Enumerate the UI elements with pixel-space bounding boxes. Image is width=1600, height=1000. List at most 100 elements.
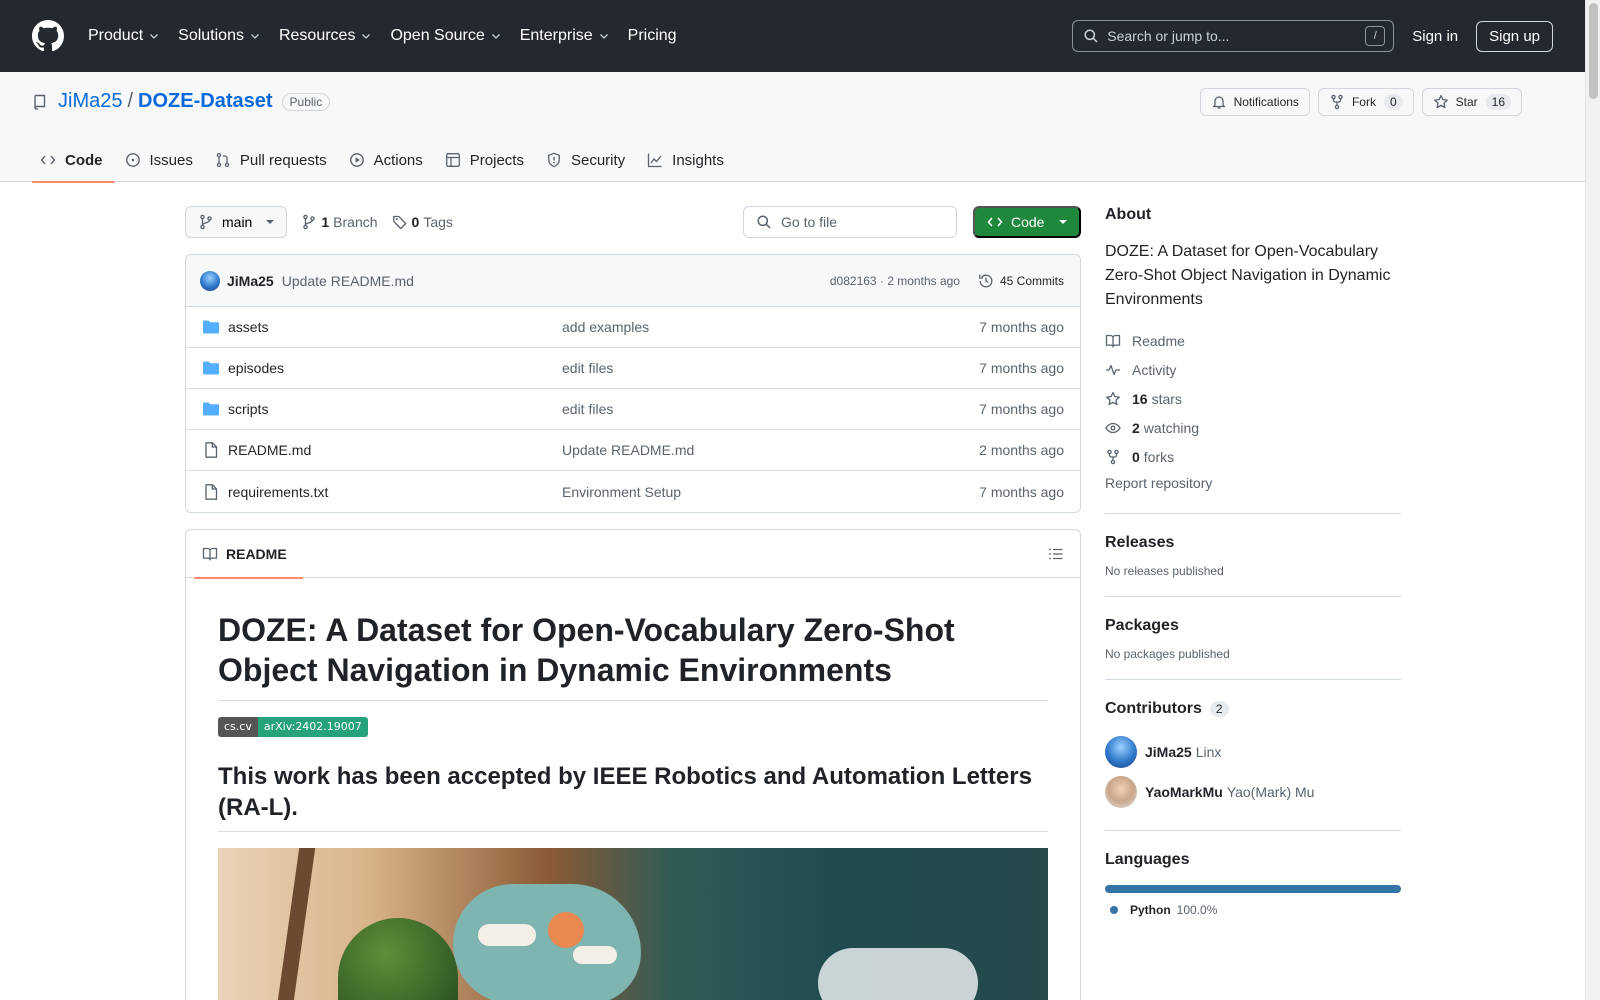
file-row-requirements[interactable]: requirements.txt Environment Setup 7 mon… (186, 471, 1080, 512)
contributor-item[interactable]: JiMa25 Linx (1105, 732, 1401, 772)
tags-link[interactable]: 0 Tags (392, 214, 453, 230)
branches-link[interactable]: 1 Branch (301, 214, 378, 230)
star-button[interactable]: Star 16 (1421, 88, 1522, 116)
search-input[interactable]: Search or jump to... / (1072, 20, 1395, 52)
language-item[interactable]: Python 100.0% (1105, 903, 1401, 917)
file-name[interactable]: README.md (228, 442, 562, 458)
outline-list-icon[interactable] (1048, 546, 1064, 562)
notifications-button[interactable]: Notifications (1199, 88, 1310, 116)
commits-link[interactable]: 45 Commits (978, 273, 1064, 289)
nav-open-source[interactable]: Open Source (390, 27, 511, 45)
branch-selector[interactable]: main (185, 206, 288, 238)
tab-pull-requests[interactable]: Pull requests (207, 138, 339, 182)
tab-projects[interactable]: Projects (437, 138, 536, 182)
file-row-scripts[interactable]: scripts edit files 7 months ago (186, 389, 1080, 430)
forks-link[interactable]: 0 forks (1105, 442, 1401, 471)
commit-message[interactable]: Update README.md (282, 273, 414, 289)
branch-icon (303, 214, 316, 230)
chevron-down-icon (491, 34, 500, 39)
nav-resources[interactable]: Resources (279, 27, 382, 45)
history-icon (979, 274, 993, 287)
code-icon (40, 155, 56, 165)
star-label: Star (1455, 95, 1478, 109)
releases-heading[interactable]: Releases (1105, 534, 1401, 552)
file-commit-message[interactable]: Environment Setup (562, 484, 979, 500)
fork-label: Fork (1351, 95, 1376, 109)
scrollbar-thumb[interactable] (1589, 3, 1598, 99)
fork-icon (1331, 94, 1343, 110)
watching-link[interactable]: 2 watching (1105, 413, 1401, 442)
commit-hash-age[interactable]: d082163 · 2 months ago (830, 274, 960, 288)
report-repository-link[interactable]: Report repository (1105, 475, 1401, 495)
contributor-login: YaoMarkMu (1145, 784, 1223, 800)
file-commit-message[interactable]: edit files (562, 360, 979, 376)
file-icon (205, 442, 218, 458)
nav-pricing[interactable]: Pricing (628, 27, 687, 45)
main-content: main 1 Branch 0 Tags Go to file Code JiM… (185, 206, 1081, 1000)
chevron-down-icon (251, 34, 259, 39)
table-icon (445, 153, 460, 167)
nav-solutions[interactable]: Solutions (178, 27, 271, 45)
tab-issues[interactable]: Issues (117, 138, 205, 182)
file-row-readme[interactable]: README.md Update README.md 2 months ago (186, 430, 1080, 471)
book-icon (1105, 334, 1121, 348)
tab-actions[interactable]: Actions (341, 138, 435, 182)
page-scrollbar[interactable] (1585, 0, 1600, 1000)
file-name[interactable]: scripts (228, 401, 562, 417)
file-name[interactable]: episodes (228, 360, 562, 376)
file-name[interactable]: assets (228, 319, 562, 335)
nav-label: Product (88, 27, 144, 44)
sign-in-link[interactable]: Sign in (1412, 28, 1458, 45)
file-icon (205, 483, 218, 500)
book-icon (202, 547, 218, 561)
image-plant (338, 918, 458, 1000)
image-pillow (818, 948, 978, 1000)
code-download-button[interactable]: Code (973, 206, 1081, 238)
repo-icon (34, 94, 46, 110)
go-to-file-input[interactable]: Go to file (743, 206, 957, 238)
tag-icon (392, 215, 406, 230)
contributor-login: JiMa25 (1145, 744, 1192, 760)
github-logo-icon[interactable] (32, 20, 64, 52)
star-icon (1433, 94, 1448, 109)
nav-label: Open Source (390, 27, 485, 44)
sidebar-divider (1105, 513, 1401, 514)
tab-security[interactable]: Security (538, 138, 637, 182)
arxiv-badge[interactable]: cs.cv arXiv:2402.19007 (218, 717, 368, 737)
watching-label: watching (1143, 419, 1200, 436)
sign-up-button[interactable]: Sign up (1476, 20, 1553, 52)
avatar[interactable] (200, 270, 220, 291)
repo-name-link[interactable]: DOZE-Dataset (138, 90, 272, 113)
readme-hero-image (218, 848, 1048, 1000)
repo-owner-link[interactable]: JiMa25 (58, 90, 122, 113)
global-header: Product Solutions Resources Open Source … (0, 0, 1585, 72)
fork-button[interactable]: Fork 0 (1317, 88, 1414, 116)
chevron-down-icon (150, 34, 159, 39)
file-commit-message[interactable]: add examples (562, 319, 979, 335)
file-commit-message[interactable]: Update README.md (562, 442, 979, 458)
tab-code[interactable]: Code (32, 138, 115, 183)
file-row-episodes[interactable]: episodes edit files 7 months ago (186, 348, 1080, 389)
go-to-file-placeholder: Go to file (781, 214, 838, 230)
readme-tab[interactable]: README (194, 530, 303, 579)
graph-icon (648, 153, 662, 168)
issue-icon (125, 153, 140, 167)
activity-link[interactable]: Activity (1105, 355, 1401, 384)
file-row-assets[interactable]: assets add examples 7 months ago (186, 307, 1080, 348)
commit-author[interactable]: JiMa25 (227, 273, 274, 289)
contributor-item[interactable]: YaoMarkMu Yao(Mark) Mu (1105, 772, 1401, 812)
tab-insights[interactable]: Insights (639, 138, 736, 182)
packages-empty: No packages published (1105, 647, 1230, 661)
file-name[interactable]: requirements.txt (228, 484, 562, 500)
search-shortcut-key: / (1365, 26, 1386, 46)
stars-link[interactable]: 16 stars (1105, 384, 1401, 413)
readme-link[interactable]: Readme (1105, 326, 1401, 355)
contributors-heading[interactable]: Contributors (1105, 700, 1202, 718)
repo-tabs: Code Issues Pull requests Actions Projec… (32, 138, 738, 183)
packages-heading[interactable]: Packages (1105, 617, 1401, 635)
nav-product[interactable]: Product (88, 27, 170, 45)
file-commit-message[interactable]: edit files (562, 401, 979, 417)
star-count: 16 (1485, 94, 1511, 110)
star-icon (1106, 391, 1120, 405)
nav-enterprise[interactable]: Enterprise (520, 27, 620, 45)
